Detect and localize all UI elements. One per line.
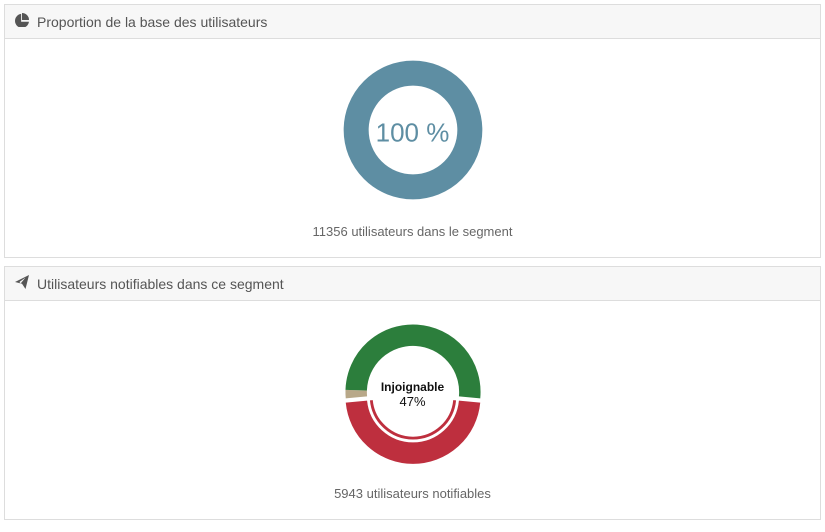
notifiable-center: Injoignable 47% <box>381 380 444 408</box>
panel-notifiable-header: Utilisateurs notifiables dans ce segment <box>5 267 820 301</box>
notifiable-donut: Injoignable 47% <box>338 317 488 472</box>
notifiable-center-label: Injoignable <box>381 380 444 393</box>
panel-notifiable: Utilisateurs notifiables dans ce segment… <box>4 266 821 520</box>
paper-plane-icon <box>15 275 29 292</box>
notifiable-caption: 5943 utilisateurs notifiables <box>15 486 810 501</box>
proportion-donut: 100 % <box>338 55 488 210</box>
panel-proportion-title: Proportion de la base des utilisateurs <box>37 14 267 30</box>
proportion-caption: 11356 utilisateurs dans le segment <box>15 224 810 239</box>
panel-notifiable-title: Utilisateurs notifiables dans ce segment <box>37 276 284 292</box>
panel-proportion-body: 100 % 11356 utilisateurs dans le segment <box>5 39 820 257</box>
notifiable-center-value: 47% <box>381 394 444 408</box>
pie-chart-icon <box>15 13 29 30</box>
panel-notifiable-body: Injoignable 47% 5943 utilisateurs notifi… <box>5 301 820 519</box>
panel-proportion-header: Proportion de la base des utilisateurs <box>5 5 820 39</box>
panel-proportion: Proportion de la base des utilisateurs 1… <box>4 4 821 258</box>
proportion-center-label: 100 % <box>376 118 450 147</box>
